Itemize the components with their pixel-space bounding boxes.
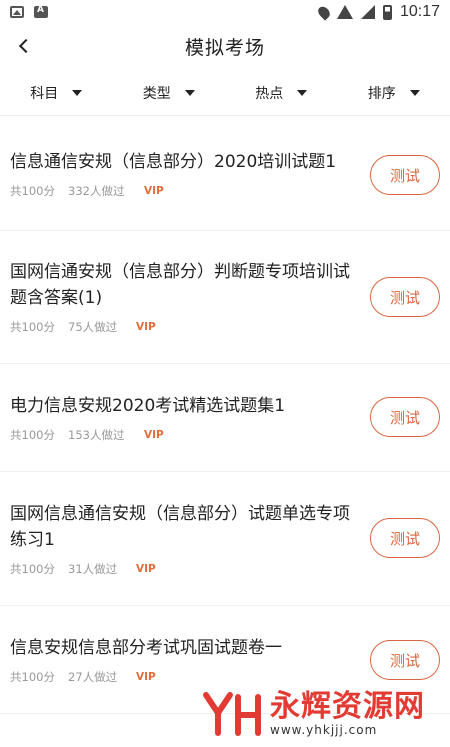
exam-title: 国网信通安规（信息部分）判断题专项培训试题含答案(1) — [10, 262, 350, 308]
exam-count: 75人做过 — [68, 320, 118, 334]
wifi-icon — [336, 5, 353, 19]
vip-badge: VIP — [136, 670, 156, 683]
page-title: 模拟考场 — [184, 36, 265, 59]
exam-total: 共100分 — [10, 669, 55, 684]
image-notification-icon — [10, 6, 24, 18]
exam-meta: 共100分 75人做过 VIP — [10, 319, 360, 335]
vip-badge: VIP — [136, 562, 156, 575]
test-button[interactable]: 测试 — [370, 155, 440, 195]
back-button[interactable] — [14, 34, 38, 58]
chevron-left-icon — [18, 38, 34, 54]
watermark-text: 永辉资源网 www.yhkjjj.com — [270, 688, 425, 737]
location-icon — [315, 3, 333, 21]
status-bar: 10:17 — [0, 0, 450, 24]
watermark: 永辉资源网 www.yhkjjj.com — [200, 680, 450, 747]
exam-title: 电力信息安规2020考试精选试题集1 — [10, 395, 286, 416]
exam-item[interactable]: 电力信息安规2020考试精选试题集1 共100分 153人做过 VIP 测试 — [0, 364, 450, 472]
test-button[interactable]: 测试 — [370, 640, 440, 680]
status-left — [10, 5, 48, 18]
exam-meta: 共100分 153人做过 VIP — [10, 427, 360, 443]
filter-bar: 科目 类型 热点 排序 — [0, 70, 450, 116]
exam-meta: 共100分 332人做过 VIP — [10, 183, 360, 199]
exam-count: 332人做过 — [68, 184, 125, 198]
exam-total: 共100分 — [10, 320, 55, 334]
caret-down-icon — [409, 89, 420, 96]
signal-icon — [360, 5, 375, 19]
test-button[interactable]: 测试 — [370, 518, 440, 558]
caret-down-icon — [72, 89, 83, 96]
filter-type[interactable]: 类型 — [113, 70, 226, 115]
exam-item[interactable]: 信息通信安规（信息部分）2020培训试题1 共100分 332人做过 VIP 测… — [0, 118, 450, 231]
exam-meta: 共100分 31人做过 VIP — [10, 561, 360, 577]
a-notification-icon — [34, 5, 48, 18]
exam-count: 27人做过 — [68, 669, 118, 684]
exam-title: 信息安规信息部分考试巩固试题卷一 — [10, 637, 282, 658]
filter-label: 类型 — [142, 85, 171, 102]
exam-total: 共100分 — [10, 427, 55, 442]
filter-label: 排序 — [367, 85, 396, 102]
vip-badge: VIP — [144, 185, 164, 197]
watermark-logo-icon — [203, 691, 261, 736]
vip-badge: VIP — [144, 428, 164, 441]
test-button[interactable]: 测试 — [370, 397, 440, 437]
status-time: 10:17 — [399, 3, 440, 20]
exam-total: 共100分 — [10, 184, 55, 198]
exam-item[interactable]: 国网信息通信安规（信息部分）试题单选专项练习1 共100分 31人做过 VIP … — [0, 472, 450, 606]
exam-title: 国网信息通信安规（信息部分）试题单选专项练习1 — [10, 503, 350, 550]
filter-subject[interactable]: 科目 — [0, 70, 113, 115]
exam-count: 153人做过 — [68, 427, 125, 442]
exam-title: 信息通信安规（信息部分）2020培训试题1 — [10, 152, 337, 172]
vip-badge: VIP — [136, 321, 156, 333]
status-right: 10:17 — [315, 3, 440, 21]
caret-down-icon — [297, 89, 308, 96]
filter-hot[interactable]: 热点 — [225, 70, 338, 115]
header: 模拟考场 — [0, 24, 450, 68]
battery-icon — [382, 4, 392, 20]
filter-label: 科目 — [30, 85, 59, 102]
exam-total: 共100分 — [10, 561, 55, 576]
filter-sort[interactable]: 排序 — [338, 70, 450, 115]
watermark-url: www.yhkjjj.com — [270, 722, 378, 737]
exam-list: 信息通信安规（信息部分）2020培训试题1 共100分 332人做过 VIP 测… — [0, 118, 450, 714]
caret-down-icon — [184, 89, 195, 96]
test-button[interactable]: 测试 — [370, 277, 440, 317]
filter-label: 热点 — [255, 85, 284, 102]
exam-item[interactable]: 国网信通安规（信息部分）判断题专项培训试题含答案(1) 共100分 75人做过 … — [0, 231, 450, 364]
watermark-name: 永辉资源网 — [270, 688, 425, 724]
exam-count: 31人做过 — [68, 561, 118, 576]
